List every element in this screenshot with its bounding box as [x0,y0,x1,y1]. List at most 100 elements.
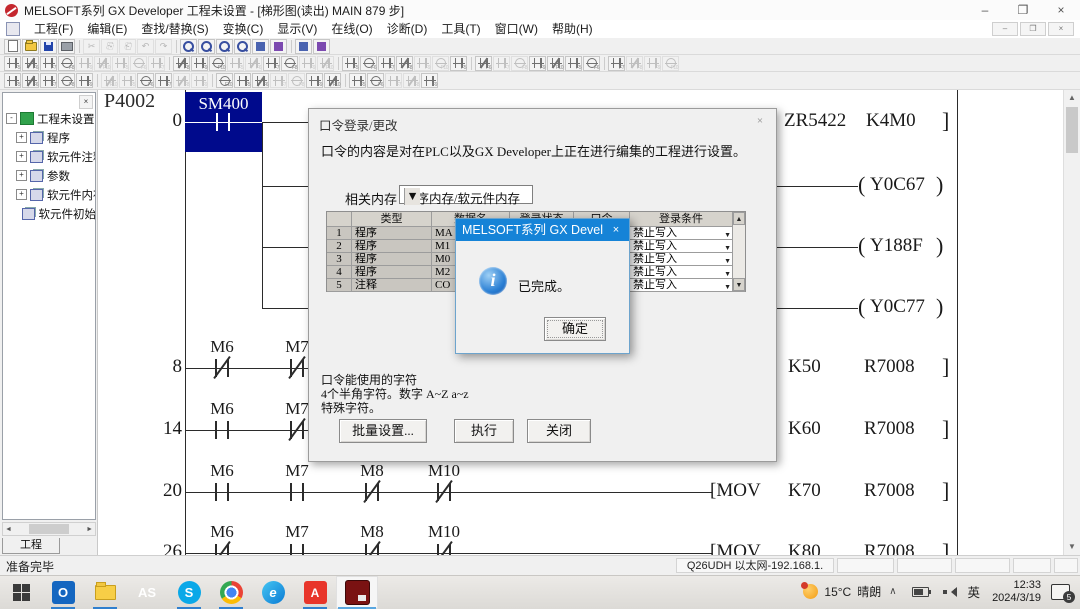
ladder-toolbar-button-9[interactable]: F7 [148,56,165,71]
program-toolbar-button-6[interactable]: F10 [101,73,118,88]
program-toolbar-button-22[interactable]: F8 [403,73,420,88]
program-toolbar-button-16[interactable]: F8 [288,73,305,88]
scrollbar-thumb[interactable] [29,524,69,534]
device-test-button[interactable] [270,39,287,54]
taskbar-app-skype[interactable]: S [168,576,210,609]
ladder-toolbar-button-30[interactable]: F10 [547,56,564,71]
dialog-close-button[interactable]: × [752,113,768,129]
ladder-toolbar-button-19[interactable]: F5 [342,56,359,71]
ladder-toolbar-button-15[interactable]: F7 [263,56,280,71]
monitor-button[interactable] [252,39,269,54]
editor-vertical-scrollbar[interactable]: ▲ ▼ [1063,90,1080,555]
ladder-contact-M6[interactable] [209,419,235,441]
minimize-button[interactable]: – [966,0,1004,20]
ladder-toolbar-button-8[interactable]: F6 [130,56,147,71]
ladder-operand[interactable]: R7008 [864,480,915,502]
ladder-contact-SM400[interactable] [210,111,236,133]
tree-item-parameter[interactable]: +参数 [6,166,96,185]
memory-select[interactable]: 程序内存/软元件内存 ▼ [399,185,533,204]
taskbar-app-edge[interactable]: e [252,576,294,609]
ladder-toolbar-button-7[interactable]: F5 [112,56,129,71]
copy-button[interactable]: ⎘ [101,39,118,54]
tree-item-device-init[interactable]: 软元件初始 [6,204,96,223]
undo-button[interactable]: ↶ [137,39,154,54]
scrollbar-thumb[interactable] [1066,107,1078,153]
ladder-toolbar-button-31[interactable]: F5 [565,56,582,71]
ladder-contact-M10[interactable] [431,542,457,555]
tree-item-root[interactable]: -工程未设置 [6,109,96,128]
tree-expand-icon[interactable]: + [16,132,27,143]
modal-close-button[interactable]: × [603,219,629,241]
cut-button[interactable]: ✂ [83,39,100,54]
ladder-coil-Y188F[interactable]: Y188F [870,235,923,257]
new-button[interactable] [4,39,21,54]
program-toolbar-button-3[interactable]: F7 [40,73,57,88]
taskbar-app-outlook[interactable]: O [42,576,84,609]
row-3-condition-dropdown[interactable]: 禁止写入▼ [630,253,733,266]
close-dialog-button[interactable]: 关闭 [527,419,591,443]
weather-temp[interactable]: 15°C [824,585,851,599]
menu-item-5[interactable]: 在线(O) [324,20,379,38]
ladder-toolbar-button-12[interactable]: F10 [209,56,226,71]
menu-item-2[interactable]: 查找/替换(S) [134,20,215,38]
tray-chevron-up-icon[interactable]: ∧ [889,586,896,597]
menu-item-8[interactable]: 窗口(W) [488,20,545,38]
ladder-toolbar-button-3[interactable]: F7 [40,56,57,71]
tree-item-program[interactable]: +程序 [6,128,96,147]
ladder-toolbar-button-14[interactable]: F6 [245,56,262,71]
ladder-toolbar-button-34[interactable]: F8 [626,56,643,71]
program-toolbar-button-10[interactable]: F8 [173,73,190,88]
ladder-toolbar-button-25[interactable]: F5 [450,56,467,71]
taskbar-app-gx-developer[interactable] [336,576,378,609]
print-button[interactable] [58,39,75,54]
tree-collapse-icon[interactable]: - [6,113,17,124]
language-indicator[interactable]: 英 [968,582,981,601]
ladder-toolbar-button-22[interactable]: F8 [396,56,413,71]
program-toolbar-button-12[interactable]: F10 [216,73,233,88]
ladder-coil-Y0C67[interactable]: Y0C67 [870,174,925,196]
taskbar-app-acrobat[interactable]: A [294,576,336,609]
ladder-operand[interactable]: R7008 [864,541,915,555]
replace-button[interactable] [198,39,215,54]
ladder-toolbar-button-2[interactable]: F6 [22,56,39,71]
tree-expand-icon[interactable]: + [16,151,27,162]
program-toolbar-button-11[interactable]: F9 [191,73,208,88]
program-toolbar-button-1[interactable]: F5 [4,73,21,88]
ladder-operand[interactable]: R7008 [864,356,915,378]
open-button[interactable] [22,39,39,54]
ladder-toolbar-button-20[interactable]: F6 [360,56,377,71]
ladder-contact-M7[interactable] [284,542,310,555]
ladder-toolbar-button-29[interactable]: F9 [529,56,546,71]
ladder-contact-M7[interactable] [284,481,310,503]
ladder-toolbar-button-11[interactable]: F9 [191,56,208,71]
row-4-condition-dropdown[interactable]: 禁止写入▼ [630,266,733,279]
find-button[interactable] [180,39,197,54]
menu-item-4[interactable]: 显示(V) [270,20,324,38]
scroll-up-icon[interactable]: ▲ [1064,90,1080,106]
ladder-toolbar-button-21[interactable]: F7 [378,56,395,71]
taskbar-app-chrome[interactable] [210,576,252,609]
close-tree-icon[interactable]: × [79,95,93,109]
ladder-operand[interactable]: K80 [788,541,821,555]
ladder-contact-M6[interactable] [209,481,235,503]
row-2-condition-dropdown[interactable]: 禁止写入▼ [630,240,733,253]
scroll-up-icon[interactable]: ▲ [733,212,745,225]
ladder-contact-M10[interactable] [431,481,457,503]
ladder-operand[interactable]: R7008 [864,418,915,440]
program-toolbar-button-7[interactable]: F5 [119,73,136,88]
close-button[interactable]: × [1042,0,1080,20]
menu-item-1[interactable]: 编辑(E) [80,20,134,38]
ladder-contact-M8[interactable] [359,481,385,503]
program-toolbar-button-2[interactable]: F6 [22,73,39,88]
tree-item-device-memory[interactable]: +软元件内存 [6,185,96,204]
scroll-right-icon[interactable]: ► [86,526,95,533]
ladder-toolbar-button-5[interactable]: F9 [76,56,93,71]
batch-setting-button[interactable]: 批量设置... [339,419,427,443]
program-toolbar-button-9[interactable]: F7 [155,73,172,88]
dropdown-arrow-icon[interactable]: ▼ [404,188,420,205]
ladder-toolbar-button-4[interactable]: F8 [58,56,75,71]
clock[interactable]: 12:33 2024/3/19 [992,579,1041,604]
program-toolbar-button-19[interactable]: F5 [349,73,366,88]
menu-item-0[interactable]: 工程(F) [27,20,80,38]
program-toolbar-button-20[interactable]: F6 [367,73,384,88]
